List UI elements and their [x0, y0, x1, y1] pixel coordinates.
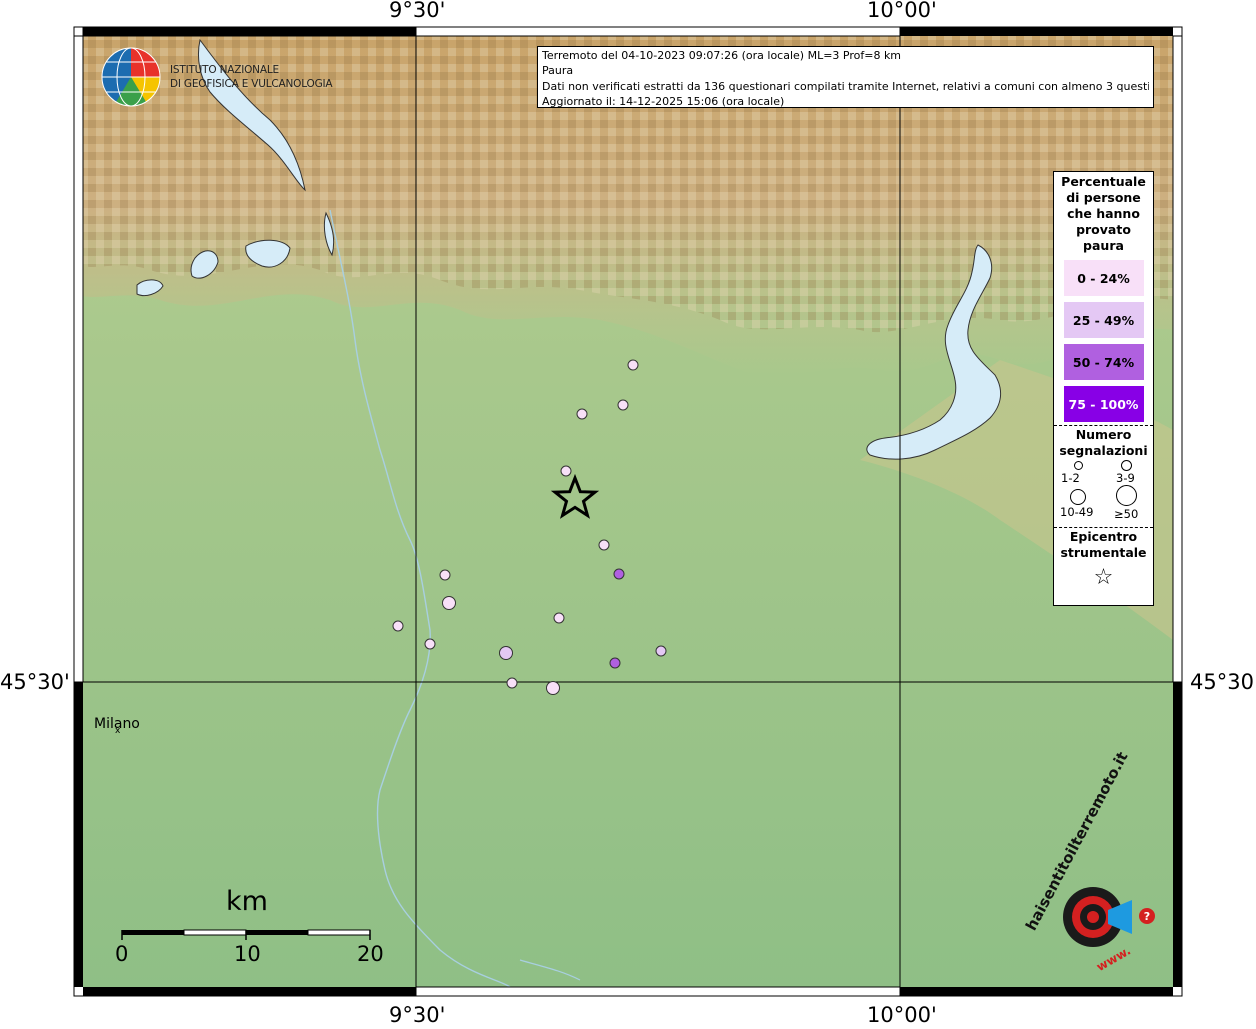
- count-label-1-2: 1-2: [1061, 471, 1080, 485]
- ingv-logo-text: ISTITUTO NAZIONALE DI GEOFISICA E VULCAN…: [170, 63, 333, 91]
- legend-divider: [1054, 425, 1153, 426]
- coord-bottom-left: 9°30': [389, 1003, 446, 1027]
- event-updated: Aggiornato il: 14-12-2025 15:06 (ora loc…: [542, 94, 785, 108]
- frame-left-white: [73, 35, 84, 683]
- frame-top-black: [83, 27, 416, 36]
- obs-point[interactable]: [576, 408, 588, 420]
- legend-class-1: 25 - 49%: [1063, 302, 1144, 338]
- coord-top-left: 9°30': [389, 0, 446, 22]
- frame-bottom-white: [415, 986, 901, 997]
- obs-point[interactable]: [627, 359, 639, 371]
- obs-point[interactable]: [617, 399, 629, 411]
- ingv-line-2: DI GEOFISICA E VULCANOLOGIA: [170, 78, 333, 90]
- obs-point[interactable]: [439, 569, 451, 581]
- frame-left-black: [74, 682, 83, 987]
- obs-point[interactable]: [424, 638, 436, 650]
- event-info-box: Terremoto del 04-10-2023 09:07:26 (ora l…: [537, 46, 1154, 108]
- frame-top-black-2: [900, 27, 1173, 36]
- legend-class-0: 0 - 24%: [1063, 260, 1144, 296]
- coord-right: 45°30': [1190, 670, 1256, 694]
- frame-top-2: [415, 26, 901, 37]
- obs-point[interactable]: [392, 620, 404, 632]
- obs-point[interactable]: [546, 681, 560, 695]
- frame-bottom-black-2: [900, 987, 1173, 996]
- count-label-3-9: 3-9: [1116, 471, 1135, 485]
- obs-point[interactable]: [442, 596, 456, 610]
- legend-class-3: 75 - 100%: [1063, 386, 1144, 422]
- scale-tick-10: 10: [234, 942, 261, 966]
- ingv-line-1: ISTITUTO NAZIONALE: [170, 64, 279, 76]
- obs-point[interactable]: [499, 646, 513, 660]
- count-50-icon: [1116, 485, 1137, 506]
- frame-bottom-black: [83, 987, 416, 996]
- event-parameter: Paura: [542, 64, 574, 78]
- legend-class-2: 50 - 74%: [1063, 344, 1144, 380]
- count-3-9-icon: [1121, 460, 1132, 471]
- legend-count-grid: 1-2 3-9 10-49 ≥50: [1054, 459, 1153, 527]
- ingv-globe-icon: [101, 47, 161, 107]
- obs-point[interactable]: [613, 568, 625, 580]
- legend-title: Percentuale di persone che hanno provato…: [1061, 174, 1146, 253]
- count-10-49-icon: [1070, 489, 1086, 505]
- coord-bottom-right: 10°00': [867, 1003, 937, 1027]
- obs-point[interactable]: [506, 677, 518, 689]
- scale-tick-0: 0: [115, 942, 129, 966]
- frame-right-white: [1172, 35, 1183, 683]
- obs-point[interactable]: [655, 645, 667, 657]
- event-data-note: Dati non verificati estratti da 136 ques…: [542, 79, 1149, 93]
- scale-unit: km: [226, 886, 268, 917]
- count-label-10-49: 10-49: [1060, 505, 1094, 519]
- map-stage: x ? 9°30' 10°00' 9°30' 10°00' 45°30' 45°…: [0, 0, 1256, 1027]
- frame-right-black: [1173, 682, 1182, 987]
- obs-point[interactable]: [609, 657, 621, 669]
- coord-top-right: 10°00': [867, 0, 937, 22]
- coord-left: 45°30': [0, 670, 70, 694]
- legend-count-title: Numero segnalazioni: [1059, 427, 1148, 458]
- obs-point[interactable]: [598, 539, 610, 551]
- legend: Percentuale di persone che hanno provato…: [1053, 171, 1154, 606]
- event-title: Terremoto del 04-10-2023 09:07:26 (ora l…: [542, 49, 902, 62]
- obs-point[interactable]: [553, 612, 565, 624]
- obs-point[interactable]: [560, 465, 572, 477]
- count-label-50: ≥50: [1114, 507, 1139, 521]
- count-1-2-icon: [1074, 461, 1083, 470]
- city-label-milano: Milano: [94, 716, 140, 732]
- legend-epicentre-title: Epicentro strumentale: [1060, 529, 1147, 560]
- legend-divider-2: [1054, 527, 1153, 528]
- svg-text:?: ?: [1144, 910, 1150, 923]
- scale-tick-20: 20: [357, 942, 384, 966]
- legend-star-icon: ☆: [1093, 565, 1114, 590]
